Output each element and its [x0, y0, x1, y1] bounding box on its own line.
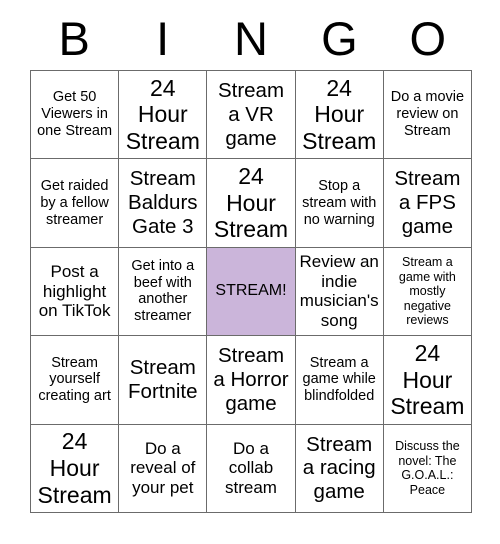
- bingo-cell-label: Do a movie review on Stream: [390, 89, 465, 140]
- bingo-cell-label: Stream Fortnite: [128, 356, 198, 403]
- bingo-card: B I N G O Get 50 Viewers in one Stream 24…: [0, 0, 500, 544]
- bingo-cell-label: Stream a VR game: [217, 79, 285, 150]
- bingo-cell[interactable]: Stream a game with mostly negative revie…: [383, 247, 472, 337]
- bingo-free-space[interactable]: STREAM!: [207, 247, 296, 337]
- bingo-cell[interactable]: Get into a beef with another streamer: [119, 247, 208, 337]
- bingo-cell[interactable]: Do a collab stream: [207, 424, 296, 513]
- bingo-cell[interactable]: Post a highlight on TikTok: [31, 247, 120, 337]
- bingo-cell[interactable]: Stream Fortnite: [119, 336, 208, 425]
- bingo-cell[interactable]: Do a movie review on Stream: [383, 71, 472, 160]
- bingo-cell[interactable]: 24 Hour Stream: [31, 424, 120, 513]
- bingo-cell-label: Post a highlight on TikTok: [38, 261, 111, 321]
- bingo-cell[interactable]: 24 Hour Stream: [295, 71, 384, 160]
- bingo-cell-label: STREAM!: [215, 282, 287, 300]
- bingo-cell[interactable]: Get 50 Viewers in one Stream: [31, 71, 120, 160]
- bingo-cell-label: Stream a FPS game: [394, 167, 461, 238]
- bingo-cell-label: Discuss the novel: The G.O.A.L.: Peace: [395, 439, 460, 497]
- bingo-cell[interactable]: Get raided by a fellow streamer: [31, 159, 120, 248]
- bingo-cell-label: Do a collab stream: [225, 438, 277, 498]
- header-letter-g: G: [321, 11, 358, 65]
- bingo-cell[interactable]: Stream a VR game: [207, 71, 296, 160]
- bingo-cell[interactable]: Stream a Horror game: [207, 336, 296, 425]
- header-letter-n: N: [234, 11, 268, 65]
- bingo-cell-label: Get 50 Viewers in one Stream: [37, 89, 113, 140]
- header-letter-i: I: [156, 11, 170, 65]
- bingo-cell[interactable]: 24 Hour Stream: [383, 336, 472, 425]
- bingo-cell[interactable]: Discuss the novel: The G.O.A.L.: Peace: [383, 424, 472, 513]
- bingo-cell-label: Stream a racing game: [302, 432, 376, 504]
- bingo-cell-label: 24 Hour Stream: [37, 428, 112, 508]
- bingo-cell[interactable]: 24 Hour Stream: [207, 159, 296, 248]
- bingo-cell[interactable]: Stream a game while blindfolded: [295, 336, 384, 425]
- bingo-cell[interactable]: Stream a racing game: [295, 424, 384, 513]
- bingo-grid: Get 50 Viewers in one Stream 24 Hour Stre…: [30, 70, 472, 513]
- bingo-cell-label: Stream a game while blindfolded: [302, 354, 376, 405]
- bingo-cell[interactable]: Stream Baldurs Gate 3: [119, 159, 208, 248]
- bingo-cell-label: 24 Hour Stream: [390, 339, 465, 420]
- bingo-cell-label: 24 Hour Stream: [125, 74, 200, 155]
- bingo-cell[interactable]: Stop a stream with no warning: [295, 159, 384, 248]
- bingo-cell[interactable]: Do a reveal of your pet: [119, 424, 208, 513]
- bingo-cell[interactable]: Stream yourself creating art: [31, 336, 120, 425]
- bingo-cell[interactable]: Stream a FPS game: [383, 159, 472, 248]
- bingo-cell-label: Get raided by a fellow streamer: [40, 177, 109, 228]
- bingo-header: B I N G O: [30, 8, 472, 68]
- bingo-cell-label: Stream yourself creating art: [38, 354, 111, 405]
- bingo-cell[interactable]: Review an indie musician's song: [295, 247, 384, 337]
- header-letter-b: B: [58, 11, 90, 65]
- bingo-cell-label: Get into a beef with another streamer: [131, 257, 195, 325]
- bingo-cell-label: Stream Baldurs Gate 3: [128, 167, 198, 238]
- bingo-cell-label: Review an indie musician's song: [299, 252, 379, 331]
- bingo-cell-label: Stream a game with mostly negative revie…: [398, 255, 456, 328]
- bingo-cell-label: Do a reveal of your pet: [130, 438, 196, 498]
- bingo-cell-label: Stop a stream with no warning: [302, 177, 377, 228]
- header-letter-o: O: [409, 11, 447, 65]
- bingo-cell-label: Stream a Horror game: [213, 344, 289, 415]
- bingo-cell-label: 24 Hour Stream: [302, 74, 377, 155]
- bingo-cell-label: 24 Hour Stream: [213, 163, 289, 243]
- bingo-cell[interactable]: 24 Hour Stream: [119, 71, 208, 160]
